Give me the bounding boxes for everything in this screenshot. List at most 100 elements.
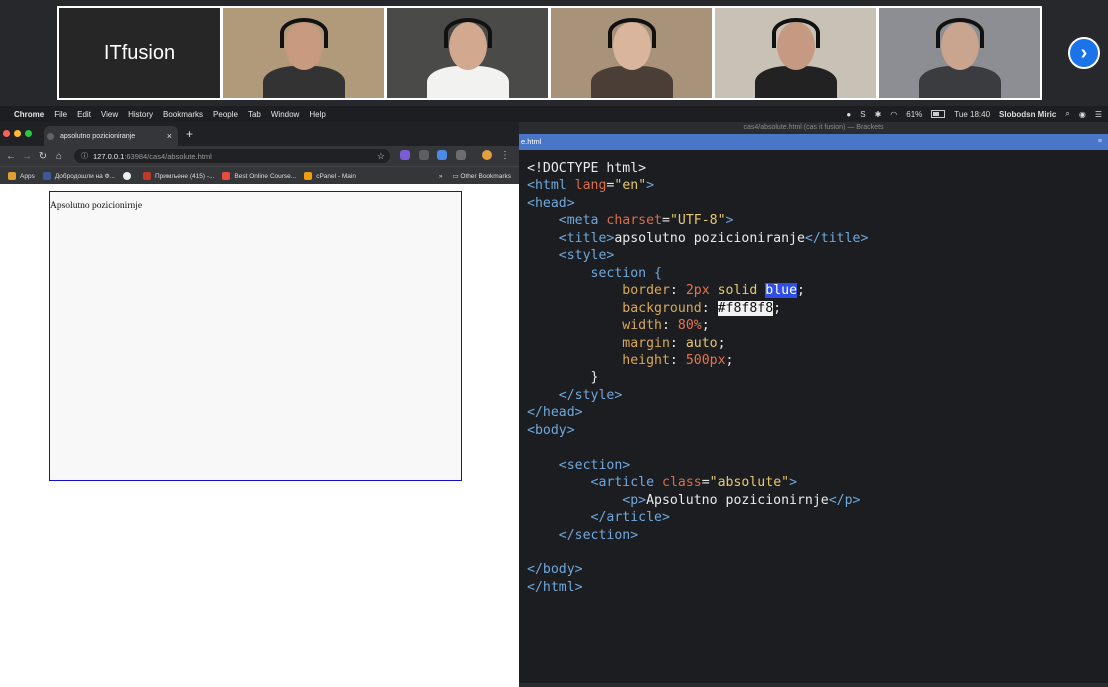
new-tab-button[interactable]: + xyxy=(186,127,193,141)
apps-grid-icon xyxy=(8,172,16,180)
bookmark-item[interactable] xyxy=(122,172,135,180)
bookmarks-bar: Apps Добродошли на Ф... Примљене (415) -… xyxy=(0,166,519,185)
code-line: <meta charset="UTF-8"> xyxy=(558,213,734,229)
menu-history[interactable]: History xyxy=(128,110,153,119)
code-line: <head> xyxy=(527,195,575,211)
bookmark-item[interactable]: cPanel - Main xyxy=(304,172,356,180)
participant-tile[interactable] xyxy=(715,8,876,98)
code-line: </html> xyxy=(527,579,583,595)
zoom-window-icon[interactable] xyxy=(25,130,32,137)
back-arrow-icon[interactable]: ← xyxy=(6,151,16,162)
participant-tile[interactable] xyxy=(879,8,1040,98)
participant-tile[interactable] xyxy=(551,8,712,98)
participant-body xyxy=(263,66,345,98)
code-line: </section> xyxy=(558,527,639,543)
react-devtools-icon[interactable] xyxy=(456,150,466,160)
tab-title: apsolutno pozicioniranje xyxy=(60,132,136,140)
code-line: <p>Apsolutno pozicionirnje</p> xyxy=(622,492,861,508)
menu-chrome[interactable]: Chrome xyxy=(14,110,44,119)
menu-people[interactable]: People xyxy=(213,110,238,119)
participant-tiles: ITfusion xyxy=(57,6,1042,100)
file-tab[interactable]: e.html xyxy=(521,134,541,150)
menu-file[interactable]: File xyxy=(54,110,67,119)
headphones-icon xyxy=(772,18,820,48)
more-menu-icon[interactable]: ⋮ xyxy=(500,150,510,161)
clock[interactable]: Tue 18:40 xyxy=(954,110,990,119)
more-bookmarks-button[interactable]: » xyxy=(439,173,443,180)
demo-paragraph: Apsolutno pozicionirnje xyxy=(50,201,143,211)
battery-icon[interactable] xyxy=(931,110,946,118)
split-view-icon[interactable]: ≡ xyxy=(1098,134,1102,150)
menu-tab[interactable]: Tab xyxy=(248,110,261,119)
bookmark-label: cPanel - Main xyxy=(316,172,356,180)
editor-tabstrip: e.html ≡ xyxy=(519,134,1108,150)
participant-tile[interactable] xyxy=(223,8,384,98)
home-icon[interactable]: ⌂ xyxy=(54,151,64,162)
participant-body xyxy=(427,66,509,98)
bookmark-item[interactable]: Apps xyxy=(8,172,35,180)
chrome-tabbar: apsolutno pozicioniranje × + xyxy=(0,122,519,146)
siri-icon[interactable]: ◉ xyxy=(1079,110,1086,119)
video-call-strip: ITfusion › xyxy=(0,0,1108,106)
bluetooth-icon[interactable]: ✱ xyxy=(875,110,882,119)
info-icon[interactable]: ⓘ xyxy=(81,151,88,161)
other-bookmarks-label: Other Bookmarks xyxy=(460,173,511,180)
brackets-editor: cas4/absolute.html (cas it fusion) — Bra… xyxy=(519,122,1108,687)
forward-arrow-icon[interactable]: → xyxy=(22,151,32,162)
headphones-icon xyxy=(608,18,656,48)
code-area[interactable]: <!DOCTYPE html> <html lang="en"> <head> … xyxy=(527,160,868,596)
menu-edit[interactable]: Edit xyxy=(77,110,91,119)
code-line: <title>apsolutno pozicioniranje</title> xyxy=(558,230,869,246)
menu-window[interactable]: Window xyxy=(271,110,299,119)
gmail-icon xyxy=(142,172,151,180)
address-bar[interactable]: ⓘ 127.0.0.1 :63984/cas4/absolute.html ☆ xyxy=(74,149,390,163)
code-line: section { xyxy=(590,265,662,281)
menu-bookmarks[interactable]: Bookmarks xyxy=(163,110,203,119)
participant-body xyxy=(591,66,673,98)
editor-title: cas4/absolute.html (cas it fusion) — Bra… xyxy=(519,122,1108,134)
participant-tile[interactable] xyxy=(387,8,548,98)
code-line: </head> xyxy=(527,405,583,421)
bookmark-item[interactable]: Примљене (415) -... xyxy=(142,172,214,180)
menu-view[interactable]: View xyxy=(101,110,118,119)
battery-percent[interactable]: 61% xyxy=(906,110,922,119)
wifi-icon[interactable]: ◠ xyxy=(890,110,897,119)
notification-center-icon[interactable]: ☰ xyxy=(1095,110,1102,119)
code-line: <section> xyxy=(558,457,631,473)
participant-body xyxy=(755,66,837,98)
next-participants-button[interactable]: › xyxy=(1068,37,1100,69)
folder-icon: ▭ xyxy=(452,173,459,180)
browser-tab[interactable]: apsolutno pozicioniranje × xyxy=(44,126,178,146)
menubar-status-area: ● S ✱ ◠ 61% Tue 18:40 Slobodsn Miric ⌕ ◉… xyxy=(846,106,1102,122)
reload-icon[interactable]: ↻ xyxy=(38,151,48,162)
other-bookmarks[interactable]: ▭ Other Bookmarks xyxy=(452,172,511,180)
menu-help[interactable]: Help xyxy=(309,110,325,119)
headphones-icon xyxy=(936,18,984,48)
search-icon[interactable]: ⌕ xyxy=(1065,109,1069,119)
brand-tile[interactable]: ITfusion xyxy=(59,8,220,98)
record-icon[interactable]: ● xyxy=(846,110,851,119)
skype-icon[interactable]: S xyxy=(860,110,865,119)
udemy-icon xyxy=(222,172,231,180)
bookmark-label: Apps xyxy=(20,172,35,180)
user-name[interactable]: Slobodsn Miric xyxy=(999,110,1056,119)
code-line: </article> xyxy=(590,510,670,526)
code-line: <body> xyxy=(527,422,575,438)
bookmark-item[interactable]: Best Online Course... xyxy=(222,172,296,180)
code-line: height: 500px; xyxy=(622,352,734,368)
bookmark-star-icon[interactable]: ☆ xyxy=(377,151,385,162)
vscode-extension-icon[interactable] xyxy=(437,150,447,160)
chrome-window: apsolutno pozicioniranje × + ← → ↻ ⌂ ⓘ 1… xyxy=(0,122,519,687)
minimize-window-icon[interactable] xyxy=(14,130,21,137)
viber-extension-icon[interactable] xyxy=(400,150,410,160)
bookmarks-right: » ▭ Other Bookmarks xyxy=(439,172,511,181)
profile-avatar[interactable] xyxy=(482,150,492,160)
extension-icon[interactable] xyxy=(419,150,429,160)
code-line: border: 2px solid blue; xyxy=(622,283,805,299)
close-window-icon[interactable] xyxy=(3,130,10,137)
macos-menubar: Chrome File Edit View History Bookmarks … xyxy=(0,106,1108,122)
bookmark-item[interactable]: Добродошли на Ф... xyxy=(42,172,115,180)
code-line: } xyxy=(590,370,599,386)
bookmark-label: Best Online Course... xyxy=(234,172,297,180)
close-tab-icon[interactable]: × xyxy=(167,131,172,141)
